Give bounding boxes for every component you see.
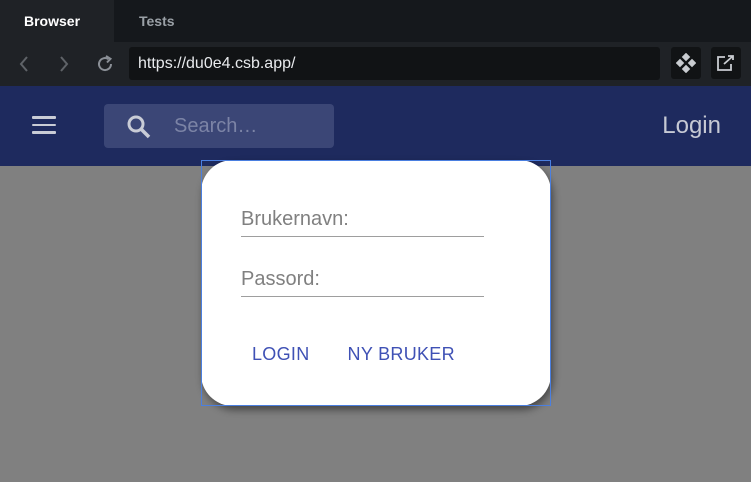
chevron-left-icon bbox=[19, 56, 28, 72]
hamburger-icon bbox=[32, 116, 56, 119]
menu-button[interactable] bbox=[32, 116, 56, 136]
search-input[interactable] bbox=[174, 104, 329, 148]
codesandbox-icon bbox=[676, 53, 696, 73]
external-link-icon bbox=[717, 55, 734, 71]
browser-tab-bar: Browser Tests bbox=[0, 0, 751, 42]
app-bar: Login bbox=[0, 86, 751, 166]
url-field[interactable]: https://du0e4.csb.app/ bbox=[129, 47, 660, 80]
reload-button[interactable] bbox=[93, 52, 117, 76]
forward-button[interactable] bbox=[52, 52, 76, 76]
back-button[interactable] bbox=[12, 52, 36, 76]
tab-tests[interactable]: Tests bbox=[114, 0, 175, 42]
login-link[interactable]: Login bbox=[662, 112, 721, 140]
chevron-right-icon bbox=[60, 56, 69, 72]
open-external-button[interactable] bbox=[711, 47, 741, 79]
codesandbox-button[interactable] bbox=[671, 47, 701, 79]
search-icon bbox=[127, 115, 151, 139]
tab-browser[interactable]: Browser bbox=[0, 0, 114, 42]
search-box[interactable] bbox=[104, 104, 334, 148]
dialog-focus-outline bbox=[201, 160, 551, 406]
reload-icon bbox=[98, 55, 113, 72]
address-bar: https://du0e4.csb.app/ bbox=[0, 42, 751, 86]
